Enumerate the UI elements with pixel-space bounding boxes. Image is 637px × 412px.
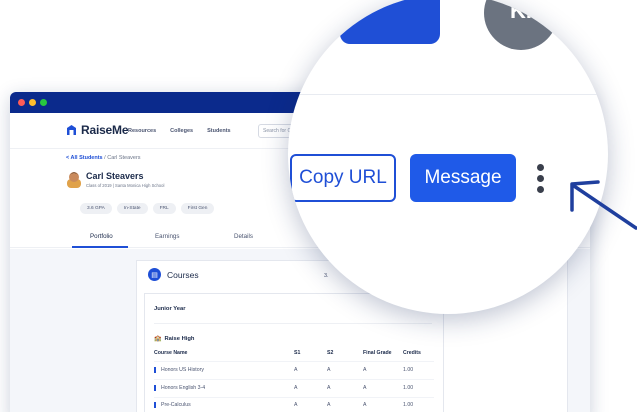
tag-first-gen: First Gen xyxy=(180,203,215,214)
tab-details[interactable]: Details xyxy=(234,233,253,240)
course-name: Honors US History xyxy=(154,367,204,373)
grade-s2: A xyxy=(327,402,331,408)
copy-url-button[interactable]: Copy URL xyxy=(290,154,396,202)
grade-s2: A xyxy=(327,367,331,373)
grade-s1: A xyxy=(294,367,298,373)
col-credits: Credits xyxy=(403,350,421,356)
course-name: Pre-Calculus xyxy=(154,402,191,408)
brand-name: RaiseMe xyxy=(81,123,129,137)
school-building-icon: 🏫 xyxy=(154,336,162,342)
close-window-dot[interactable] xyxy=(18,99,25,106)
magnified-navbar-divider xyxy=(288,94,608,95)
row-divider xyxy=(154,397,434,398)
final-grade: A xyxy=(363,402,367,408)
student-avatar xyxy=(67,172,81,188)
grade-s1: A xyxy=(294,402,298,408)
marketing-screenshot: RaiseMe Resources Colleges Students Sear… xyxy=(0,0,637,412)
raiseme-logo[interactable]: RaiseMe xyxy=(66,123,128,137)
magnified-user-avatar: KI xyxy=(484,0,558,50)
breadcrumb-back-link[interactable]: < All Students xyxy=(66,155,103,161)
magnifier-lens: KI Copy URL Message xyxy=(288,0,608,314)
credits: 1.00 xyxy=(403,385,414,391)
final-grade: A xyxy=(363,385,367,391)
nav-links: Resources Colleges Students xyxy=(128,128,231,134)
raiseme-logo-icon xyxy=(67,125,76,135)
breadcrumb-current: Carl Steavers xyxy=(107,155,141,161)
grade-s1: A xyxy=(294,385,298,391)
divider xyxy=(154,323,432,324)
credits: 1.00 xyxy=(403,402,414,408)
school-heading: 🏫 Raise High xyxy=(154,335,195,343)
row-divider xyxy=(154,379,434,380)
nav-link-colleges[interactable]: Colleges xyxy=(170,128,193,134)
tag-frl: FRL xyxy=(152,203,176,214)
tab-portfolio[interactable]: Portfolio xyxy=(90,233,113,240)
breadcrumb: < All Students / Carl Steavers xyxy=(66,155,141,161)
school-name: Raise High xyxy=(164,335,195,342)
message-button[interactable]: Message xyxy=(410,154,516,202)
credits: 1.00 xyxy=(403,367,414,373)
tag-in-state: In-State xyxy=(116,203,148,214)
nav-link-students[interactable]: Students xyxy=(207,128,231,134)
minimize-window-dot[interactable] xyxy=(29,99,36,106)
tab-earnings[interactable]: Earnings xyxy=(155,233,179,240)
courses-header: ▤ Courses xyxy=(148,268,199,281)
magnified-blue-button xyxy=(340,0,440,44)
pointer-arrow-icon xyxy=(570,180,637,230)
nav-link-resources[interactable]: Resources xyxy=(128,128,156,134)
col-s2: S2 xyxy=(327,350,334,356)
active-tab-indicator xyxy=(72,246,128,248)
courses-title: Courses xyxy=(167,269,199,280)
col-course-name: Course Name xyxy=(154,350,188,356)
student-name: Carl Steavers xyxy=(86,171,144,181)
kebab-menu-icon[interactable] xyxy=(537,164,545,194)
student-class-school: Class of 2019 | Santa Monica High School xyxy=(86,183,165,188)
col-final-grade: Final Grade xyxy=(363,350,392,356)
grade-s2: A xyxy=(327,385,331,391)
final-grade: A xyxy=(363,367,367,373)
gpa-value-peek: 3. xyxy=(324,273,329,279)
row-divider xyxy=(154,361,434,362)
document-icon: ▤ xyxy=(148,268,161,281)
student-tags: 3.6 GPA In-State FRL First Gen xyxy=(80,203,215,214)
school-year-label: Junior Year xyxy=(154,306,186,312)
maximize-window-dot[interactable] xyxy=(40,99,47,106)
tag-gpa: 3.6 GPA xyxy=(80,203,112,214)
course-name: Honors English 3-4 xyxy=(154,385,205,391)
avatar-initials: KI xyxy=(510,0,532,23)
col-s1: S1 xyxy=(294,350,301,356)
